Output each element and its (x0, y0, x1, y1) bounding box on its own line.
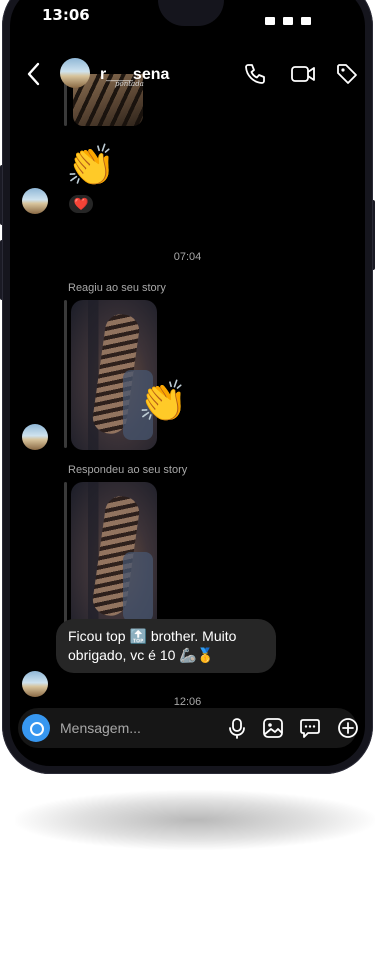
message-composer (18, 708, 359, 748)
clap-emoji-message[interactable]: 👏 (66, 146, 116, 186)
phone-screen: 13:06 pontada 👏 ❤️ 07:04 Reagiu ao seu s… (10, 0, 365, 766)
story-thumbnail[interactable] (71, 300, 157, 450)
avatar[interactable] (60, 58, 90, 88)
camera-icon[interactable] (22, 714, 50, 742)
microphone-icon[interactable] (226, 717, 248, 739)
chat-header: r___sena (10, 44, 365, 104)
timestamp: 07:04 (173, 251, 202, 263)
chat-thread[interactable]: pontada 👏 ❤️ 07:04 Reagiu ao seu story 👏… (10, 0, 365, 766)
chevron-left-icon[interactable] (24, 60, 44, 88)
message-input[interactable] (60, 718, 210, 738)
avatar[interactable] (22, 188, 48, 214)
avatar[interactable] (22, 424, 48, 450)
story-thumbnail[interactable] (71, 482, 157, 632)
message-bubble[interactable]: Ficou top 🔝 brother. Muito obrigado, vc … (56, 619, 276, 673)
plus-circle-icon[interactable] (337, 717, 359, 739)
story-image-leg (123, 552, 153, 622)
story-reaction-label: Reagiu ao seu story (68, 282, 166, 294)
top-badge: 🔝 (129, 628, 147, 644)
message-text: Ficou top (68, 628, 126, 644)
heart-reaction[interactable]: ❤️ (67, 193, 95, 215)
phone-shadow (15, 790, 375, 850)
timestamp: 12:06 (173, 696, 202, 708)
username[interactable]: r___sena (100, 66, 169, 84)
heart-icon: ❤️ (73, 197, 89, 211)
tag-icon[interactable] (335, 62, 359, 86)
image-icon[interactable] (262, 717, 284, 739)
avatar[interactable] (22, 671, 48, 697)
phone-frame: 13:06 pontada 👏 ❤️ 07:04 Reagiu ao seu s… (2, 0, 373, 774)
story-reaction-emoji: 👏 (138, 379, 188, 425)
thread-line (64, 300, 67, 448)
thread-line (64, 482, 67, 630)
phone-icon[interactable] (243, 62, 267, 86)
story-reply-label: Respondeu ao seu story (68, 464, 188, 476)
chat-bubble-icon[interactable] (299, 717, 321, 739)
video-camera-icon[interactable] (290, 62, 316, 86)
